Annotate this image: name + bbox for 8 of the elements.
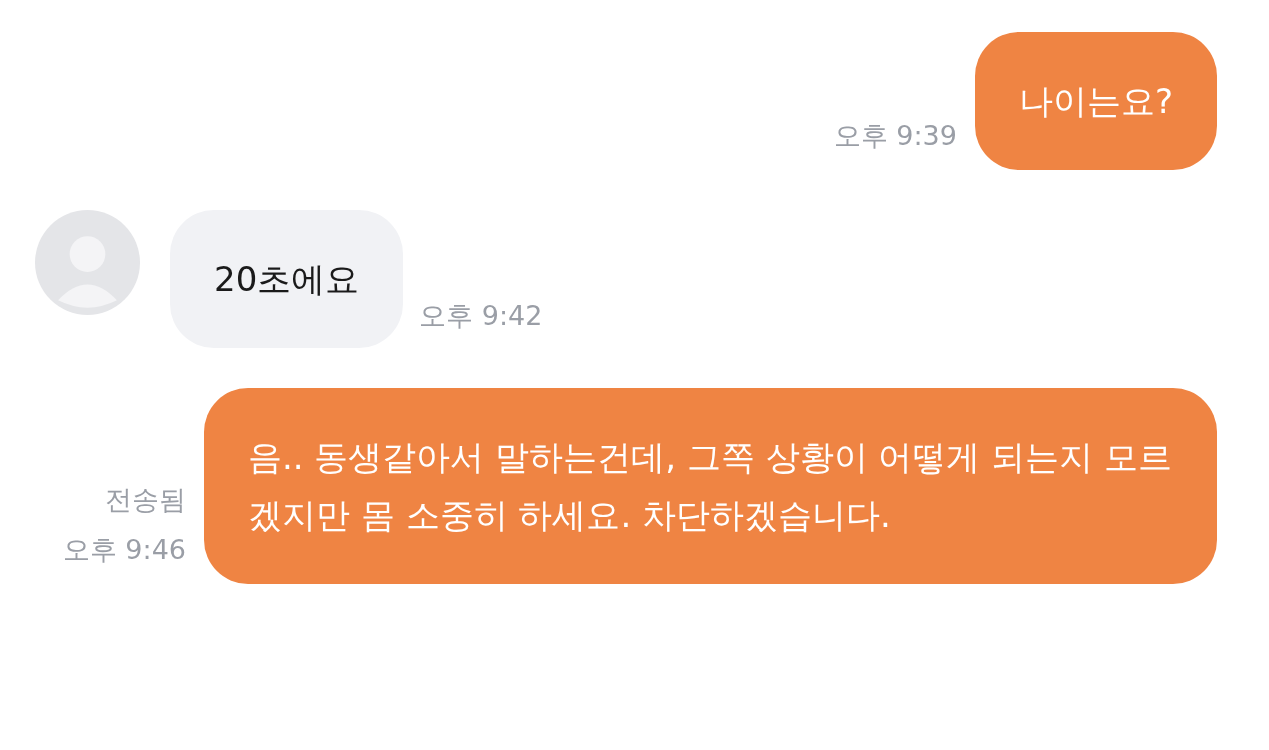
- message-time: 오후 9:46: [62, 533, 186, 567]
- avatar-icon[interactable]: [35, 210, 140, 315]
- message-time: 오후 9:42: [419, 299, 543, 333]
- sent-message-bubble: 나이는요?: [974, 32, 1217, 170]
- delivery-status: 전송됨: [105, 483, 186, 517]
- message-time: 오후 9:39: [833, 119, 957, 153]
- received-message-bubble: 20초에요: [170, 210, 404, 348]
- sent-message-bubble: 음.. 동생같아서 말하는건데, 그쪽 상황이 어떻게 되는지 모르겠지만 몸 소중히 하세요. 차단하겠습니다.: [204, 388, 1217, 584]
